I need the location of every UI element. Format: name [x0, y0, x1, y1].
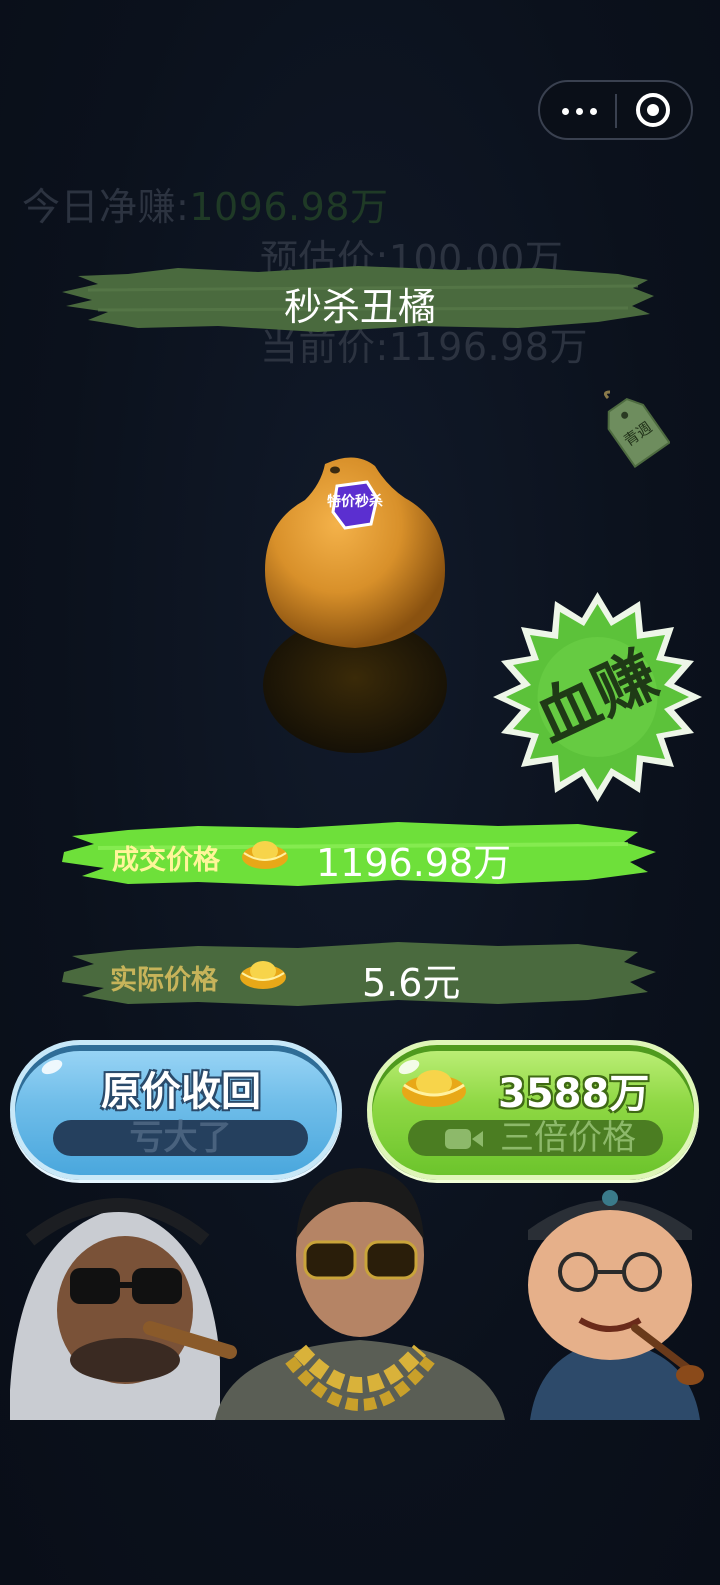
price-tag-icon: 青週 [603, 390, 670, 469]
recover-button-subtitle: 亏大了 [53, 1120, 308, 1156]
recover-button-title: 原价收回 [101, 1069, 261, 1115]
triple-button-label: 三倍价格 [500, 1118, 636, 1158]
gold-ingot-icon [402, 1070, 466, 1107]
triple-price-button[interactable]: 3588万 三倍价格 [367, 1040, 699, 1180]
gold-chain-character [215, 1168, 505, 1420]
huge-profit-badge: 血赚 [493, 592, 702, 802]
sticker-text: 特价秒杀 [327, 493, 383, 510]
video-camera-icon [445, 1129, 483, 1149]
today-net-value: 1096.98万 [189, 185, 389, 229]
triple-button-subtitle: 三倍价格 [408, 1120, 663, 1156]
more-dots-icon[interactable] [562, 98, 612, 124]
target-circle-icon[interactable] [636, 93, 670, 127]
deal-price-label: 成交价格 [112, 845, 220, 876]
gold-ingot-icon [240, 961, 286, 989]
recover-original-price-button[interactable]: 原价收回 亏大了 [10, 1040, 342, 1180]
deal-price-value: 1196.98万 [316, 841, 512, 885]
triple-amount: 3588万 [498, 1071, 650, 1117]
today-net-stat: 今日净赚:1096.98万 [22, 176, 388, 231]
buyer-characters [10, 1168, 704, 1420]
ugly-orange-image: 特价秒杀 [263, 457, 447, 753]
sheikh-character [10, 1198, 237, 1420]
game-screen: 今日净赚:1096.98万 预估价:100.00万 当前价:1196.98万 秒… [0, 0, 720, 1585]
actual-price-row: 实际价格 5.6元 [0, 938, 720, 1008]
gold-ingot-icon [242, 841, 288, 869]
actual-price-label: 实际价格 [110, 965, 218, 996]
capsule-divider [615, 94, 617, 128]
deal-price-row: 成交价格 1196.98万 [0, 818, 720, 888]
today-net-label: 今日净赚: [22, 185, 190, 229]
item-title: 秒杀丑橘 [283, 285, 436, 329]
old-man-character [528, 1190, 704, 1420]
actual-price-value: 5.6元 [362, 961, 461, 1005]
mini-program-capsule [538, 80, 693, 140]
button-shine [39, 1056, 65, 1078]
